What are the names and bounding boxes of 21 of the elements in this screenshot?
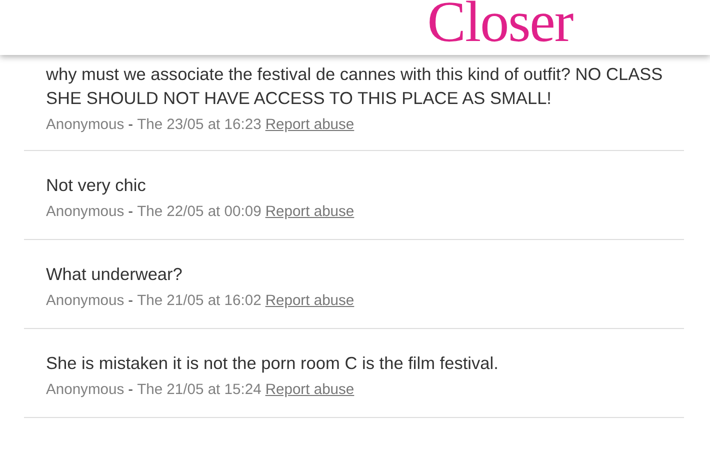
comment-date: The 21/05 at 16:02 [137,292,262,311]
report-abuse-link[interactable]: Report abuse [265,202,354,222]
comment-date: The 23/05 at 16:23 [137,116,262,135]
comment-author: Anonymous [46,203,124,222]
comment-text: She is mistaken it is not the porn room C is the film festival. [46,352,500,375]
comment-date: The 22/05 at 00:09 [137,203,262,222]
comment-author: Anonymous [46,381,124,400]
comment-text: What underwear? [46,263,184,286]
report-abuse-link[interactable]: Report abuse [265,115,354,135]
report-abuse-link[interactable]: Report abuse [265,291,354,311]
comment-text: Not very chic [46,174,147,197]
comment-text: why must we associate the festival de cannes with this kind of outfit? NO CLASS SHE SHOULD NOT HAVE ACCESS TO THIS PLACE AS SMALL! [46,63,664,110]
report-abuse-link[interactable]: Report abuse [265,380,354,400]
separator-dash: - [128,381,134,400]
separator-dash: - [128,203,134,222]
comment-author: Anonymous [46,292,124,311]
comment-date: The 21/05 at 15:24 [137,381,262,400]
comment-author: Anonymous [46,116,124,135]
separator-dash: - [128,292,134,311]
separator-dash: - [128,116,134,135]
site-logo[interactable]: Closer [427,0,573,44]
